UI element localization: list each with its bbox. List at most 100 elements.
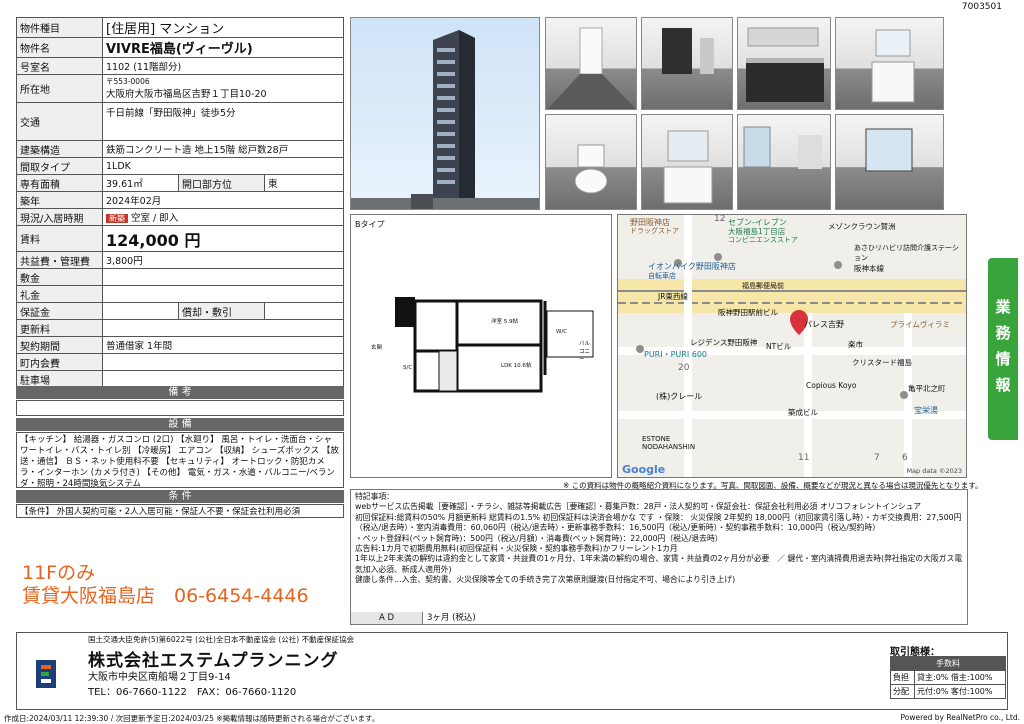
- key-guarantee: 保証金: [16, 302, 103, 320]
- photo-vanity[interactable]: [641, 114, 733, 210]
- map-label-hoeiyu: 宝栄湯: [914, 406, 938, 415]
- key-renewal: 更新料: [16, 319, 103, 337]
- location-map[interactable]: 野田阪神店 ドラッグストア セブン-イレブン 大阪福島1丁目店 コンビニエンスス…: [617, 214, 967, 478]
- property-table: 物件種目 [住居用] マンション 物件名 VIVRE福島(ヴィーヴル) 号室名 110…: [16, 17, 344, 388]
- key-deposit: 敷金: [16, 268, 103, 286]
- notes-line-2: 初回保証料:総賃料の50% 月額更新料 総賃料の1.5% 初回保証料は決済会場か…: [355, 512, 962, 533]
- value-access: 千日前線「野田阪神」徒歩5分: [102, 102, 344, 141]
- map-label-bike: 自転車店: [648, 272, 676, 280]
- plan-room-western: 洋室 5.9帖: [491, 319, 518, 325]
- value-amortization: [264, 302, 344, 320]
- company-address: 大阪市中央区南船場２丁目9-14: [88, 672, 231, 683]
- bedroom-drawing: [865, 128, 913, 172]
- value-address: 大阪府大阪市福島区吉野１丁目10-20: [106, 89, 267, 100]
- value-renewal: [102, 319, 344, 337]
- special-notes: 特記事項： webサービス広告掲載［要確認］・チラシ、雑誌等掲載広告［要確認］・…: [350, 489, 968, 625]
- map-block-11: 11: [798, 453, 810, 463]
- document-id: 7003501: [961, 2, 1002, 12]
- tab-char-3: 情: [995, 350, 1011, 368]
- value-deposit: [102, 268, 344, 286]
- equipment-header: 設 備: [16, 418, 344, 431]
- value-area: 39.61㎡: [102, 174, 179, 192]
- photo-bedroom[interactable]: [835, 114, 944, 210]
- equipment-box: 【キッチン】 給湯器・ガスコンロ (2口) 【水廻り】 風呂・トイレ・洗面台・シ…: [16, 432, 344, 489]
- value-parking: [102, 370, 344, 388]
- map-block-20: 20: [678, 363, 690, 373]
- tab-char-2: 務: [995, 324, 1011, 342]
- map-label-estone: ESTONE NODAHANSHIN: [642, 435, 696, 451]
- entrance-drawing: [547, 27, 636, 109]
- toilet-drawing: [574, 144, 608, 194]
- plan-room-entrance: 玄関: [371, 345, 383, 351]
- map-attribution: Map data ©2023: [906, 467, 962, 475]
- fee-burden-value: 貸主:0% 借主:100%: [914, 670, 1006, 685]
- map-label-drugstore-sub: ドラッグストア: [630, 227, 679, 235]
- value-room: 1102 (11階部分): [102, 57, 344, 75]
- fee-header: 手数料: [890, 656, 1006, 671]
- promo-text: 11Fのみ 賃貸大阪福島店 06-6454-4446: [22, 562, 309, 608]
- floor-plan-drawing: [395, 297, 594, 393]
- living-drawing: [743, 126, 822, 169]
- remarks-box: [16, 400, 344, 416]
- equipment-text: 【キッチン】 給湯器・ガスコンロ (2口) 【水廻り】 風呂・トイレ・洗面台・シ…: [20, 435, 339, 489]
- building-photo[interactable]: [350, 17, 540, 210]
- business-info-tab[interactable]: 業 務 情 報: [988, 258, 1018, 440]
- promo-line-1: 11Fのみ: [22, 562, 96, 584]
- key-direction: 開口部方位: [178, 174, 265, 192]
- key-status: 現況/入居時期: [16, 208, 103, 226]
- value-common-fee: 3,800円: [102, 251, 344, 269]
- plan-room-ldk: LDK 10.6帖: [501, 363, 532, 369]
- conditions-text: 【条件】 外国人契約可能・2人入居可能・保証人不要・保証会社利用必須: [20, 507, 301, 517]
- powered-by: Powered by RealNetPro co., Ltd.: [900, 713, 1020, 722]
- key-address: 所在地: [16, 74, 103, 103]
- photo-toilet[interactable]: [545, 114, 637, 210]
- map-block-6: 6: [902, 453, 908, 463]
- key-type: 物件種目: [16, 17, 103, 38]
- map-label-residence: レジデンス野田阪神: [690, 338, 758, 347]
- key-structure: 建築構造: [16, 140, 103, 158]
- notes-line-1: webサービス広告掲載［要確認］・チラシ、雑誌等掲載広告［要確認］・募集戸数：2…: [355, 502, 922, 512]
- key-common-fee: 共益費・管理費: [16, 251, 103, 269]
- map-label-claire: (株)クレール: [656, 392, 703, 401]
- key-built: 築年: [16, 191, 103, 209]
- value-rent: 124,000 円: [102, 225, 344, 252]
- key-area: 専有面積: [16, 174, 103, 192]
- google-logo: Google: [622, 463, 666, 476]
- ad-row: A D 3ヶ月 (税込): [350, 612, 968, 625]
- key-contract: 契約期間: [16, 336, 103, 354]
- value-layout: 1LDK: [102, 157, 344, 175]
- value-type: [住居用] マンション: [102, 17, 344, 38]
- created-date: 作成日:2024/03/11 12:39:30 / 次回更新予定日:2024/0…: [4, 714, 380, 723]
- value-name: VIVRE福島(ヴィーヴル): [102, 37, 344, 58]
- photo-living-room[interactable]: [737, 114, 831, 210]
- photo-washroom[interactable]: [835, 17, 944, 110]
- map-label-jr-west: JR東西線: [658, 292, 688, 301]
- value-contract: 普通借家 1年間: [102, 336, 344, 354]
- key-rent: 賃料: [16, 225, 103, 252]
- key-layout: 間取タイプ: [16, 157, 103, 175]
- key-key-money: 礼金: [16, 285, 103, 303]
- kitchen-drawing: [746, 27, 824, 102]
- map-label-chikusei: 築成ビル: [788, 408, 818, 417]
- photo-entrance[interactable]: [545, 17, 637, 110]
- notes-line-5: 1年以上2年未満の解約は違約金として家賃・共益費の1ヶ月分、1年未満の解約の場合…: [355, 554, 963, 574]
- fee-table: 手数料 負担 貸主:0% 借主:100% 分配 元付:0% 客付:100%: [890, 656, 1006, 699]
- key-room: 号室名: [16, 57, 103, 75]
- map-label-post: 福島郵便局前: [742, 282, 784, 290]
- value-association: [102, 353, 344, 371]
- floor-plan: Bタイプ 洋室 5.9帖 LDK 10.6帖 W/C 玄関 S/C バルコニー: [350, 214, 612, 478]
- value-key-money: [102, 285, 344, 303]
- value-direction: 東: [264, 174, 344, 192]
- key-amortization: 償却・敷引: [178, 302, 265, 320]
- map-label-palace: パレス吉野: [804, 320, 844, 329]
- building-illustration: [351, 30, 539, 209]
- notes-line-6: 健康し条件…入金、契約書、火災保険等全ての手続き完了次第原則鍵渡(日付指定不可、…: [355, 575, 736, 585]
- value-structure: 鉄筋コンクリート造 地上15階 総戸数28戸: [102, 140, 344, 158]
- photo-corridor[interactable]: [641, 17, 733, 110]
- photo-kitchen[interactable]: [737, 17, 831, 110]
- map-label-hanshin: 阪神本線: [854, 264, 884, 273]
- map-block-7: 7: [874, 453, 880, 463]
- notes-title: 特記事項：: [355, 492, 394, 501]
- map-label-prime: プライムヴィラミ: [890, 320, 950, 329]
- fee-split-key: 分配: [890, 684, 915, 699]
